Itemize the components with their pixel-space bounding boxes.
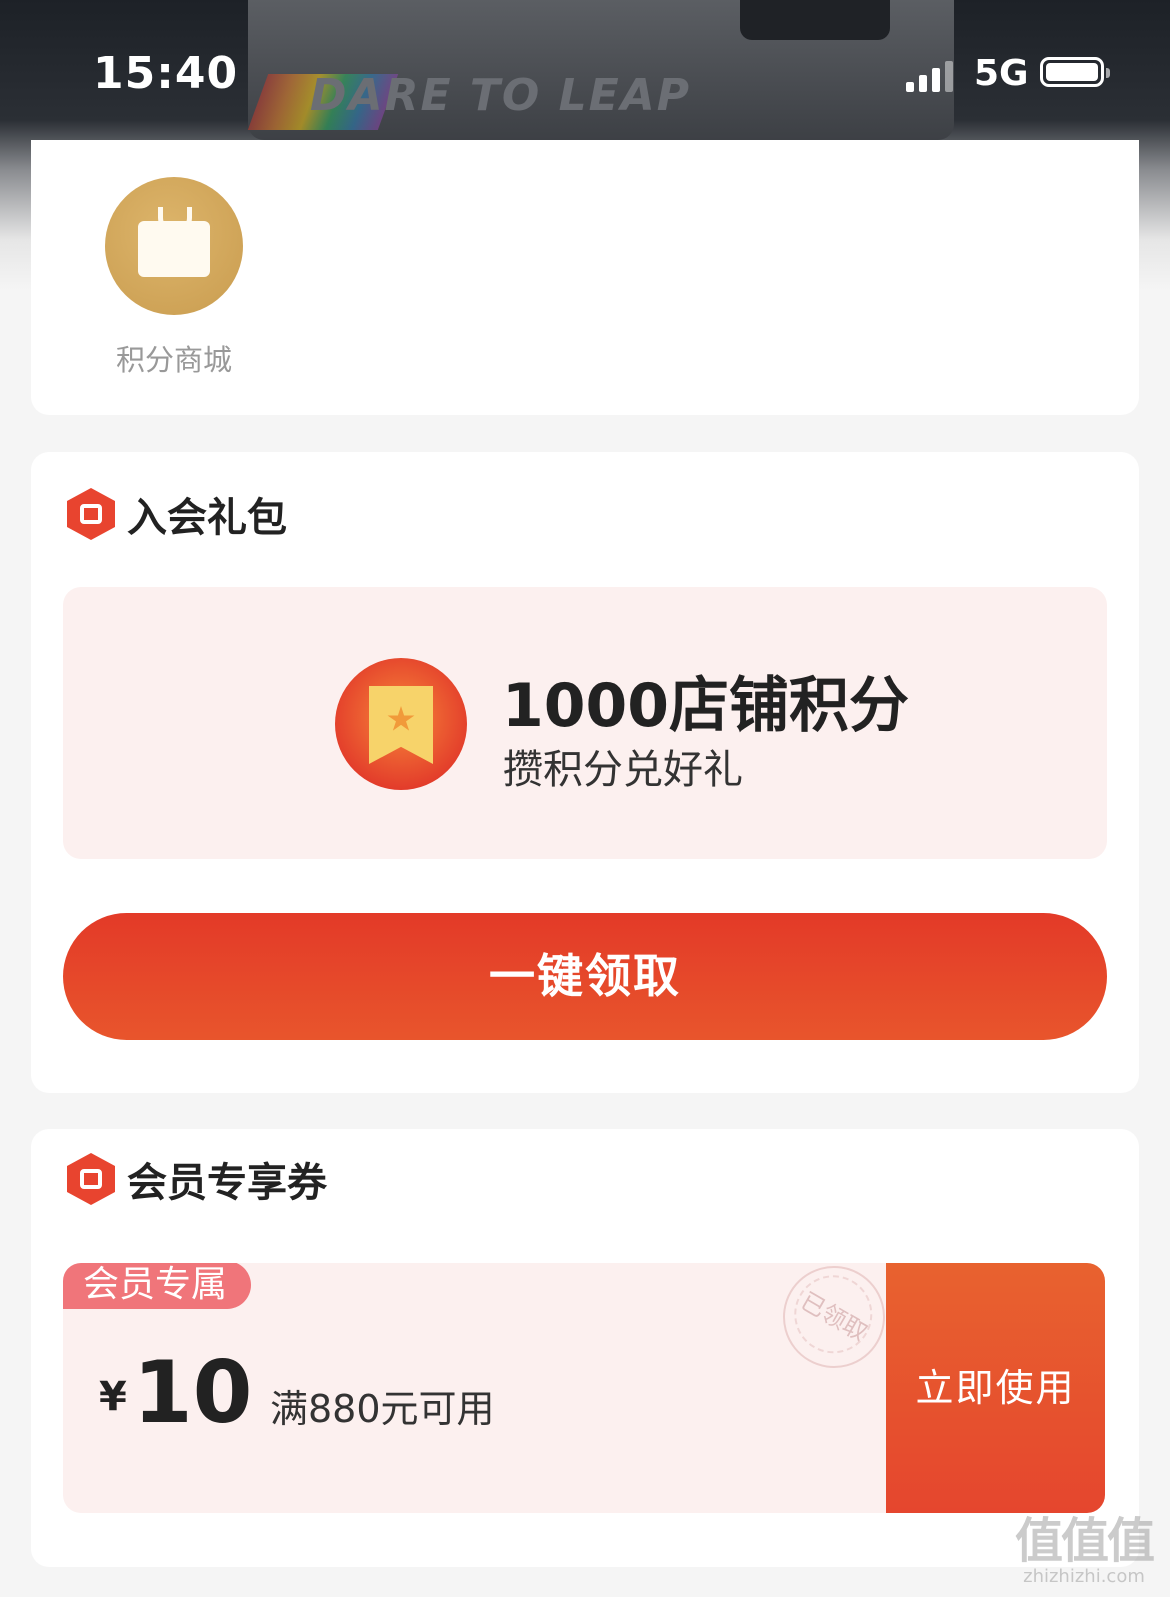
bookmark-flag [369, 686, 433, 764]
battery-icon [1040, 57, 1110, 87]
gift-section-title: 入会礼包 [127, 495, 287, 541]
coupon: 会员专属 已领取 ¥10 满880元可用 立即使用 [63, 1263, 1105, 1513]
coupon-value: 10 [132, 1343, 253, 1443]
use-now-button[interactable]: 立即使用 [886, 1263, 1105, 1513]
coupon-section-header: 会员专享券 [67, 1149, 327, 1209]
bookmark-star-icon [335, 658, 467, 790]
coupon-amount: ¥10 [99, 1343, 253, 1443]
points-mall-card: 积分商城 [31, 140, 1139, 415]
site-watermark: 值值值 zhizhizhi.com [1000, 1515, 1168, 1595]
gift-section-header: 入会礼包 [67, 484, 287, 544]
status-time: 15:40 [93, 48, 239, 99]
coupon-body: 会员专属 已领取 ¥10 满880元可用 [63, 1263, 904, 1513]
ticket-icon [67, 1153, 115, 1205]
points-reward-subtitle: 攒积分兑好礼 [503, 747, 743, 793]
points-mall-entry[interactable]: 积分商城 [99, 177, 249, 379]
watermark-logo: 值值值 [1014, 1513, 1155, 1569]
points-mall-label[interactable]: 积分商城 [99, 337, 249, 379]
coupon-section-title: 会员专享券 [127, 1160, 327, 1206]
watermark-url: zhizhizhi.com [1023, 1566, 1145, 1587]
currency-symbol: ¥ [99, 1374, 127, 1420]
points-reward-amount: 1000店铺积分 [502, 671, 909, 741]
claimed-stamp: 已领取 [764, 1263, 904, 1387]
coupon-condition: 满880元可用 [270, 1387, 495, 1431]
shopping-bag-icon[interactable] [105, 177, 243, 315]
network-type: 5G [974, 53, 1029, 94]
coupon-action-area[interactable]: 立即使用 [886, 1263, 1105, 1513]
membership-gift-card: 入会礼包 1000店铺积分 攒积分兑好礼 一键领取 [31, 452, 1139, 1093]
ticket-icon [67, 488, 115, 540]
claim-all-button[interactable]: 一键领取 [63, 913, 1107, 1040]
status-bar: 15:40 5G [0, 0, 1170, 140]
points-reward-box: 1000店铺积分 攒积分兑好礼 [63, 587, 1107, 859]
signal-icon [906, 58, 954, 92]
member-coupon-card: 会员专享券 会员专属 已领取 ¥10 满880元可用 立即使用 [31, 1129, 1139, 1567]
member-exclusive-tag: 会员专属 [63, 1263, 251, 1309]
